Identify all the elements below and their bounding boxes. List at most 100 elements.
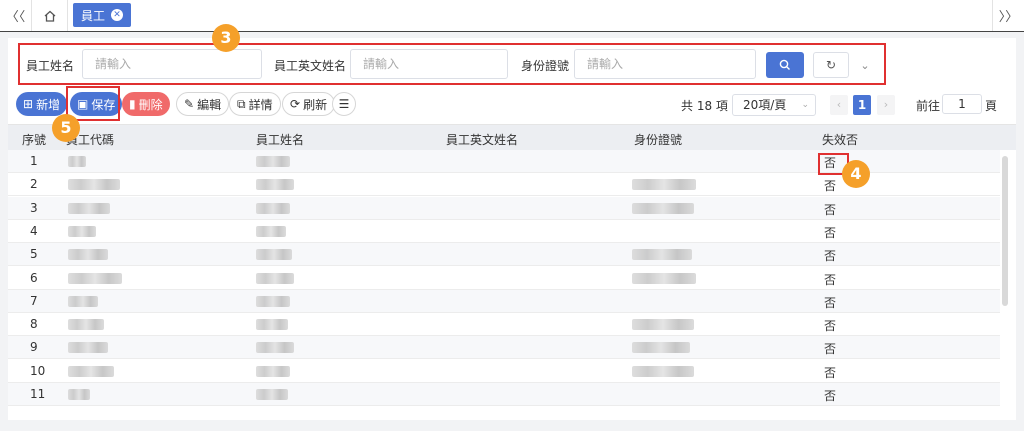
column-header-english-name: 員工英文姓名 [446, 133, 519, 147]
add-icon: ⊞ [23, 97, 34, 111]
scroll-tabs-left-icon[interactable]: 〈〈 [0, 0, 32, 31]
redacted-employee-code [68, 365, 114, 377]
redacted-id-number [632, 319, 694, 331]
redacted-employee-name [256, 249, 292, 261]
row-seq: 5 [30, 247, 38, 262]
table-row[interactable]: 5否 [8, 243, 1000, 267]
reset-button[interactable]: ↻ [813, 52, 849, 78]
id-number-input[interactable]: 請輸入 [574, 49, 756, 79]
refresh-icon: ↻ [825, 58, 837, 72]
scroll-tabs-right-icon[interactable]: 〉〉 [992, 0, 1024, 31]
redacted-employee-name [256, 272, 294, 284]
row-inactive-flag: 否 [824, 319, 837, 334]
goto-suffix: 頁 [985, 99, 998, 113]
total-count: 共 18 項 [681, 99, 728, 113]
redacted-employee-code [68, 319, 104, 331]
employee-name-input[interactable]: 請輸入 [82, 49, 262, 79]
delete-button[interactable]: ▮ 刪除 [122, 92, 170, 116]
table-row[interactable]: 6否 [8, 267, 1000, 290]
edit-button[interactable]: ✎ 編輯 [176, 92, 230, 116]
row-inactive-flag: 否 [824, 342, 837, 357]
tab-employee[interactable]: 員工 ✕ [73, 3, 132, 27]
redacted-id-number [632, 249, 692, 261]
add-button-label: 新增 [36, 97, 61, 112]
row-seq: 9 [30, 340, 38, 355]
tab-employee-label: 員工 [81, 8, 106, 23]
refresh-button-label: 刷新 [303, 97, 328, 112]
redacted-employee-code [68, 156, 86, 167]
employee-english-name-label: 員工英文姓名 [274, 59, 347, 73]
redacted-id-number [632, 365, 694, 377]
add-button[interactable]: ⊞ 新增 [16, 92, 68, 116]
row-seq: 8 [30, 317, 38, 332]
redacted-employee-name [256, 319, 288, 331]
annotation-badge-3: 3 [212, 24, 240, 52]
row-seq: 11 [30, 387, 46, 401]
table-scrollbar[interactable] [1002, 156, 1008, 306]
redacted-employee-code [68, 225, 96, 237]
main-panel: 員工姓名 請輸入 員工英文姓名 請輸入 身份證號 請輸入 ↻ ⌄ 3 ⊞ 新增 ▣… [8, 24, 1016, 420]
redacted-employee-code [68, 249, 108, 261]
current-page[interactable]: 1 [853, 95, 871, 115]
redacted-id-number [632, 272, 696, 284]
redacted-employee-name [256, 156, 290, 167]
redacted-employee-code [68, 342, 108, 354]
column-settings-button[interactable]: ☰ [332, 92, 356, 116]
annotation-badge-5: 5 [52, 114, 80, 142]
list-icon: ☰ [338, 97, 350, 111]
table-header: 序號 員工代碼 員工姓名 員工英文姓名 身份證號 失效否 [8, 124, 1016, 150]
employee-english-name-input[interactable]: 請輸入 [350, 49, 508, 79]
row-seq: 6 [30, 270, 38, 285]
redacted-employee-name [256, 225, 286, 237]
home-icon[interactable] [32, 0, 68, 31]
column-header-seq: 序號 [22, 133, 47, 147]
row-seq: 3 [30, 200, 38, 215]
goto-page-input[interactable]: 1 [942, 94, 982, 114]
table-row[interactable]: 10 否 [8, 360, 1000, 383]
annotation-badge-4: 4 [842, 160, 870, 188]
table-row[interactable]: 7否 [8, 289, 1000, 313]
row-inactive-flag: 否 [824, 202, 837, 217]
search-icon [779, 59, 790, 70]
table-row[interactable]: 4否 [8, 220, 1000, 243]
row-inactive-flag: 否 [824, 179, 837, 194]
pencil-icon: ✎ [184, 97, 195, 111]
redacted-employee-code [68, 202, 110, 214]
chevron-down-icon[interactable]: ⌄ [855, 54, 875, 76]
redacted-employee-name [256, 295, 290, 307]
chevron-down-icon: ⌄ [801, 100, 809, 110]
page-size-select[interactable]: 20項/頁 ⌄ [732, 94, 816, 116]
top-tab-bar: 〈〈 員工 ✕ 〉〉 [0, 0, 1024, 32]
close-icon[interactable]: ✕ [111, 9, 124, 21]
detail-button[interactable]: ⧉ 詳情 [229, 92, 281, 116]
table-row[interactable]: 8否 [8, 313, 1000, 337]
table-row[interactable]: 11 否 [8, 383, 1000, 406]
delete-button-label: 刪除 [138, 97, 163, 112]
column-header-name: 員工姓名 [256, 133, 305, 147]
refresh-icon: ⟳ [290, 97, 301, 111]
row-inactive-flag: 否 [824, 225, 837, 240]
row-inactive-flag: 否 [824, 249, 837, 264]
table-body: 1 否 2 否 3 否 4 否 5 否 6 否 7 否 8 否 9 否 10 否 11 否 [8, 150, 1000, 420]
next-page-icon[interactable]: › [877, 95, 895, 115]
row-inactive-flag: 否 [824, 295, 837, 310]
page-size-value: 20項/頁 [743, 98, 787, 112]
table-row[interactable]: 9否 [8, 336, 1000, 360]
prev-page-icon[interactable]: ‹ [830, 95, 848, 115]
redacted-employee-name [256, 389, 288, 400]
redacted-employee-name [256, 342, 294, 354]
redacted-employee-code [68, 272, 122, 284]
redacted-id-number [632, 342, 690, 354]
redacted-employee-code [68, 295, 98, 307]
table-row[interactable]: 3否 [8, 196, 1000, 220]
row-seq: 4 [30, 223, 38, 238]
goto-label: 前往 [916, 99, 941, 113]
employee-name-label: 員工姓名 [26, 59, 75, 73]
search-button[interactable] [766, 52, 804, 78]
row-inactive-flag: 否 [824, 272, 837, 287]
row-inactive-flag: 否 [824, 389, 837, 403]
refresh-button[interactable]: ⟳ 刷新 [282, 92, 336, 116]
search-form: 員工姓名 請輸入 員工英文姓名 請輸入 身份證號 請輸入 [18, 43, 886, 85]
row-seq: 2 [30, 177, 38, 192]
column-header-inactive: 失效否 [822, 133, 859, 147]
